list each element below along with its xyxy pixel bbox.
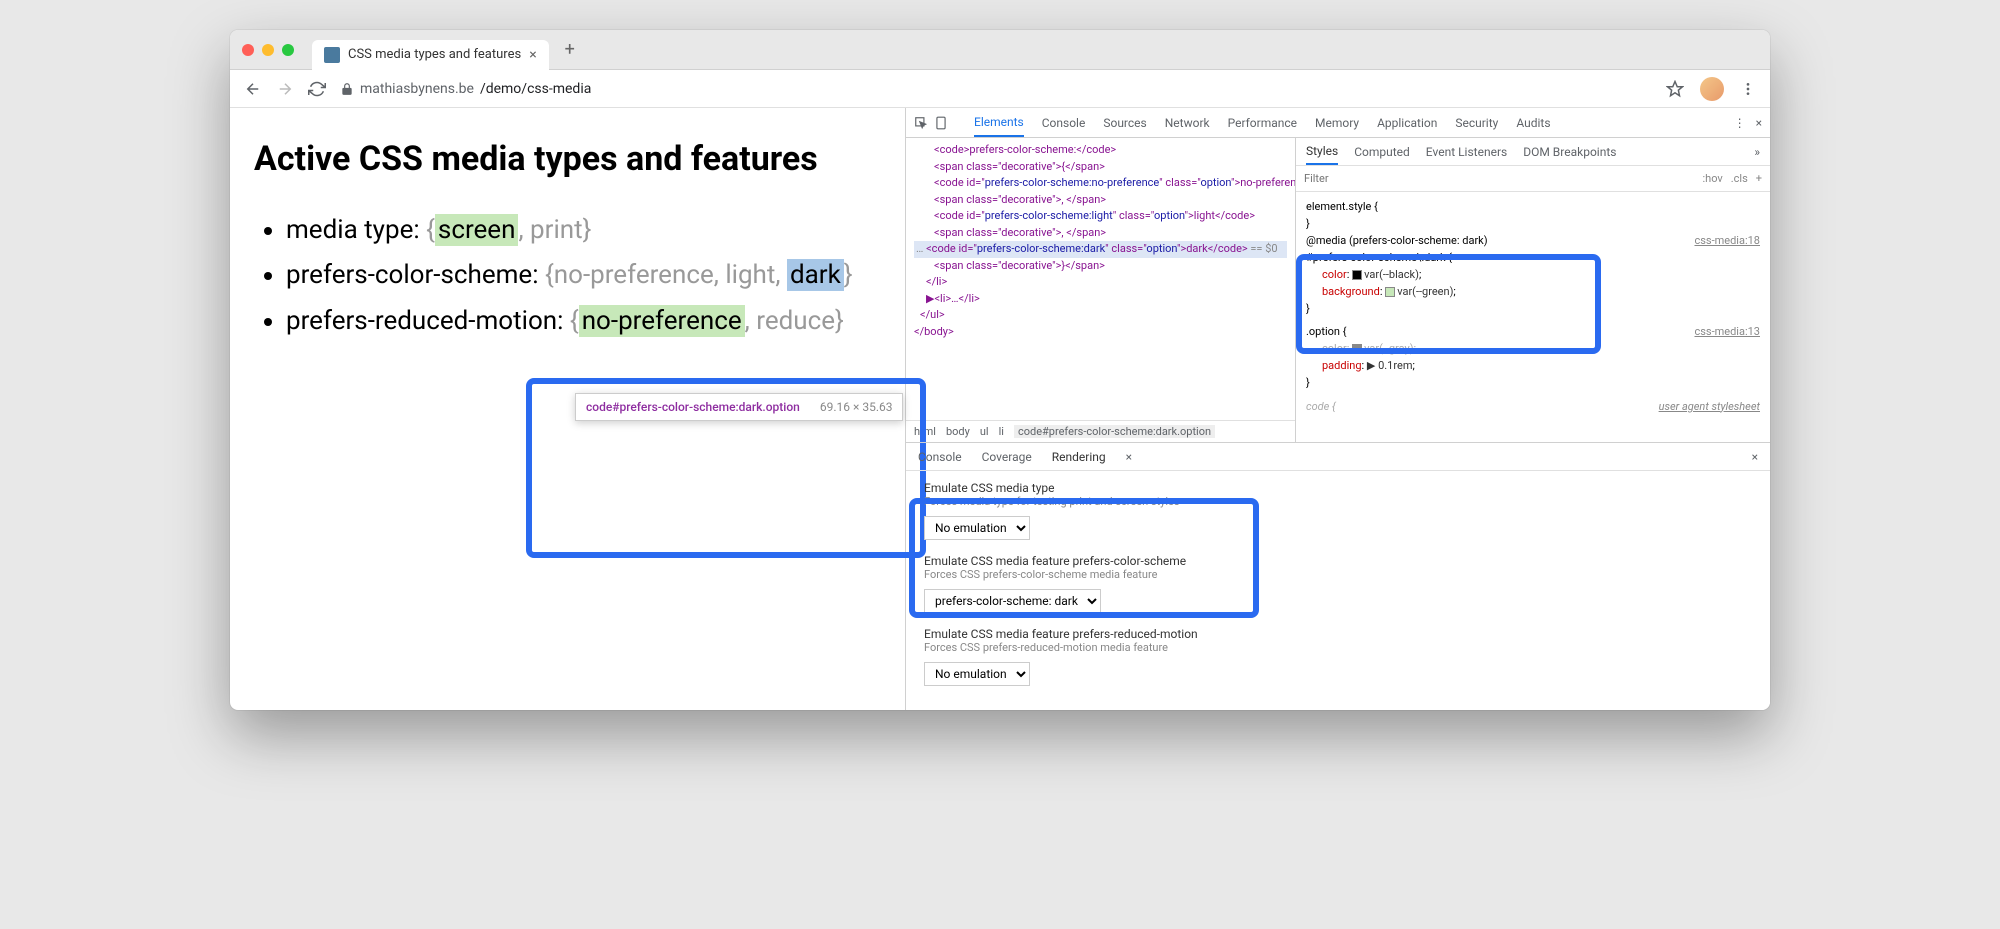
devtools-panel: Elements Console Sources Network Perform… <box>905 108 1770 710</box>
back-button[interactable] <box>244 80 262 98</box>
selected-dom-node[interactable]: … <code id="prefers-color-scheme:dark" c… <box>914 241 1287 258</box>
close-drawer-icon[interactable]: × <box>1752 450 1758 464</box>
list-item: media type: {screen, print} <box>286 208 881 254</box>
styles-pane: Styles Computed Event Listeners DOM Brea… <box>1296 138 1770 442</box>
reduced-motion-select[interactable]: No emulation <box>924 662 1030 686</box>
tooltip-dimensions: 69.16 × 35.63 <box>820 400 893 414</box>
active-value: screen <box>435 214 519 246</box>
dom-breadcrumb[interactable]: html body ul li code#prefers-color-schem… <box>906 420 1295 442</box>
forward-button[interactable] <box>276 80 294 98</box>
menu-icon[interactable] <box>1740 81 1756 97</box>
tab-security[interactable]: Security <box>1455 116 1498 130</box>
minimize-window-button[interactable] <box>262 44 274 56</box>
tab-title: CSS media types and features <box>348 47 521 62</box>
page-heading: Active CSS media types and features <box>254 136 881 184</box>
browser-tab[interactable]: CSS media types and features × <box>312 40 549 70</box>
reload-button[interactable] <box>308 80 326 98</box>
list-item: prefers-reduced-motion: {no-preference, … <box>286 299 881 345</box>
dom-tree[interactable]: <code>prefers-color-scheme:</code> <span… <box>906 138 1295 420</box>
tab-application[interactable]: Application <box>1377 116 1437 130</box>
tab-rendering[interactable]: Rendering <box>1052 450 1106 464</box>
rendering-panel: Emulate CSS media type Forces media type… <box>906 471 1770 710</box>
hov-toggle[interactable]: :hov <box>1702 172 1722 185</box>
close-tab-icon[interactable]: × <box>529 47 536 63</box>
color-swatch-icon[interactable] <box>1385 287 1395 297</box>
device-icon[interactable] <box>934 116 948 130</box>
source-link[interactable]: css-media:18 <box>1694 232 1760 249</box>
address-bar: mathiasbynens.be/demo/css-media <box>230 70 1770 108</box>
maximize-window-button[interactable] <box>282 44 294 56</box>
tab-memory[interactable]: Memory <box>1315 116 1359 130</box>
styles-tabs: Styles Computed Event Listeners DOM Brea… <box>1296 138 1770 166</box>
content-area: Active CSS media types and features medi… <box>230 108 1770 710</box>
close-rendering-icon[interactable]: × <box>1126 450 1132 464</box>
tab-sources[interactable]: Sources <box>1103 116 1146 130</box>
url-path: /demo/css-media <box>480 81 591 97</box>
inspect-icon[interactable] <box>914 116 928 130</box>
media-type-select[interactable]: No emulation <box>924 516 1030 540</box>
tab-console[interactable]: Console <box>1042 116 1086 130</box>
css-rules[interactable]: element.style { } css-media:18 @media (p… <box>1296 192 1770 421</box>
elements-pane: <code>prefers-color-scheme:</code> <span… <box>906 138 1296 442</box>
url-field[interactable]: mathiasbynens.be/demo/css-media <box>340 81 1652 97</box>
tab-elements[interactable]: Elements <box>974 115 1024 137</box>
styles-filter-bar: :hov .cls + <box>1296 166 1770 192</box>
source-link: user agent stylesheet <box>1659 398 1760 415</box>
color-swatch-icon[interactable] <box>1352 344 1362 354</box>
devtools-menu-icon[interactable]: ⋮ <box>1734 116 1746 130</box>
tab-console[interactable]: Console <box>918 450 962 464</box>
star-icon[interactable] <box>1666 80 1684 98</box>
close-window-button[interactable] <box>242 44 254 56</box>
color-swatch-icon[interactable] <box>1352 270 1362 280</box>
page-content: Active CSS media types and features medi… <box>230 108 905 710</box>
tab-styles[interactable]: Styles <box>1306 144 1338 165</box>
devtools-close-icon[interactable]: × <box>1756 116 1762 130</box>
profile-avatar[interactable] <box>1700 77 1724 101</box>
inspect-tooltip: code#prefers-color-scheme:dark.option 69… <box>575 393 903 421</box>
new-tab-button[interactable]: + <box>565 39 575 60</box>
devtools-drawer: Console Coverage Rendering × × Emulate C… <box>906 442 1770 710</box>
styles-filter-input[interactable] <box>1304 172 1694 185</box>
color-scheme-select[interactable]: prefers-color-scheme: dark <box>924 589 1101 613</box>
traffic-lights <box>242 44 294 56</box>
list-item: prefers-color-scheme: {no-preference, li… <box>286 253 881 299</box>
add-rule-icon[interactable]: + <box>1756 172 1762 185</box>
lock-icon <box>340 82 354 96</box>
cls-toggle[interactable]: .cls <box>1731 172 1748 185</box>
tab-performance[interactable]: Performance <box>1228 116 1297 130</box>
source-link[interactable]: css-media:13 <box>1694 323 1760 340</box>
feature-list: media type: {screen, print} prefers-colo… <box>254 208 881 345</box>
active-value: no-preference <box>579 305 745 337</box>
tab-audits[interactable]: Audits <box>1516 116 1550 130</box>
tab-computed[interactable]: Computed <box>1354 145 1410 159</box>
tab-coverage[interactable]: Coverage <box>982 450 1032 464</box>
tab-dombreakpoints[interactable]: DOM Breakpoints <box>1523 145 1616 159</box>
more-icon[interactable]: » <box>1754 145 1760 159</box>
drawer-tabs: Console Coverage Rendering × × <box>906 443 1770 471</box>
tooltip-selector: code#prefers-color-scheme:dark.option <box>586 400 800 414</box>
favicon-icon <box>324 47 340 63</box>
url-host: mathiasbynens.be <box>360 81 474 97</box>
browser-window: CSS media types and features × + mathias… <box>230 30 1770 710</box>
titlebar: CSS media types and features × + <box>230 30 1770 70</box>
tab-eventlisteners[interactable]: Event Listeners <box>1426 145 1507 159</box>
devtools-tabs: Elements Console Sources Network Perform… <box>906 108 1770 138</box>
inspected-value: dark <box>787 259 844 291</box>
tab-network[interactable]: Network <box>1165 116 1210 130</box>
